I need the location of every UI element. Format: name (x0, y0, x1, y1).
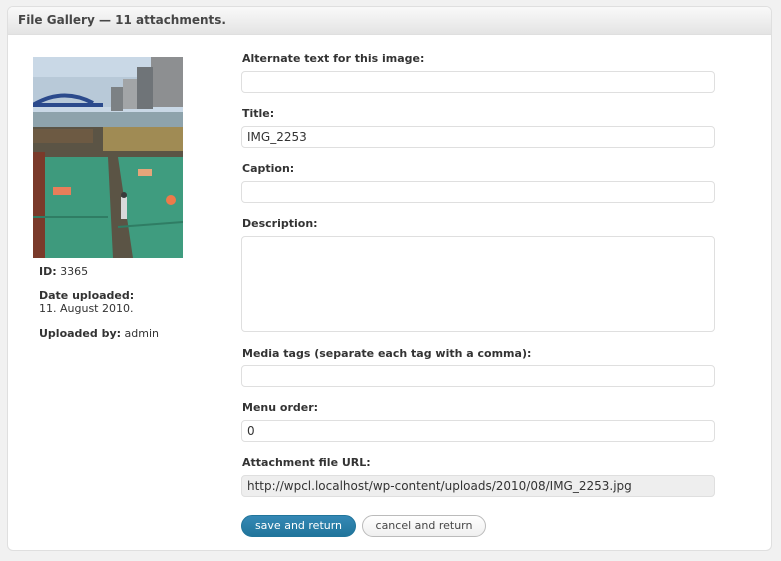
save-and-return-button[interactable]: save and return (241, 515, 356, 537)
uploader-value: admin (124, 327, 160, 340)
id-label: ID: (39, 265, 57, 278)
date-label: Date uploaded: (39, 289, 135, 302)
id-value: 3365 (60, 265, 89, 278)
file-url-field[interactable]: http://wpcl.localhost/wp-content/uploads… (241, 475, 715, 497)
attachment-id: ID: 3365 (39, 265, 88, 278)
title-label: Title: (242, 107, 275, 120)
menu-order-label: Menu order: (242, 401, 319, 414)
panel-title: File Gallery — 11 attachments. (8, 7, 771, 35)
alt-text-input[interactable] (241, 71, 715, 93)
description-label: Description: (242, 217, 318, 230)
cancel-and-return-button[interactable]: cancel and return (362, 515, 486, 537)
date-uploaded: Date uploaded: 11. August 2010. (39, 289, 134, 315)
file-gallery-panel: File Gallery — 11 attachments. ID: 3365 … (7, 6, 772, 551)
title-input[interactable]: IMG_2253 (241, 126, 715, 148)
alt-text-label: Alternate text for this image: (242, 52, 425, 65)
menu-order-input[interactable]: 0 (241, 420, 715, 442)
uploaded-by: Uploaded by: admin (39, 327, 159, 340)
attachment-thumbnail (33, 57, 183, 258)
caption-label: Caption: (242, 162, 295, 175)
date-value: 11. August 2010. (39, 302, 134, 315)
uploader-label: Uploaded by: (39, 327, 122, 340)
description-textarea[interactable] (241, 236, 715, 332)
media-tags-label: Media tags (separate each tag with a com… (242, 347, 532, 360)
media-tags-input[interactable] (241, 365, 715, 387)
file-url-label: Attachment file URL: (242, 456, 371, 469)
caption-input[interactable] (241, 181, 715, 203)
